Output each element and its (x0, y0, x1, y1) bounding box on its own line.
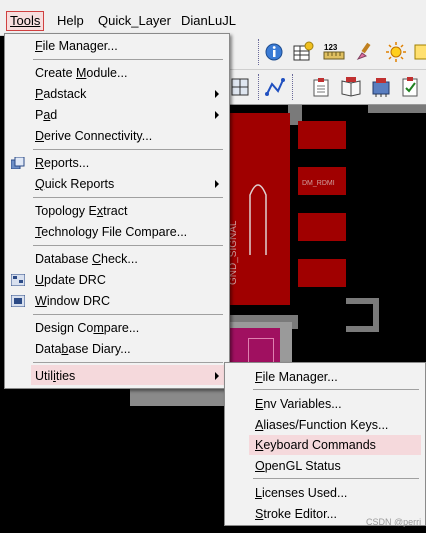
util-opengl-status[interactable]: OpenGL Status (255, 459, 341, 474)
tools-padstack[interactable]: Padstack (35, 87, 86, 102)
tools-design-compare[interactable]: Design Compare... (35, 321, 139, 336)
tools-database-check[interactable]: Database Check... (35, 252, 138, 267)
pad (298, 259, 346, 287)
trace-segment (130, 388, 226, 406)
toolbar-separator (258, 39, 261, 65)
tools-derive-connectivity[interactable]: Derive Connectivity... (35, 129, 152, 144)
tools-pad[interactable]: Pad (35, 108, 57, 123)
tools-create-module[interactable]: Create Module... (35, 66, 127, 81)
grid-select-icon[interactable] (230, 76, 252, 98)
info-icon[interactable] (263, 41, 285, 63)
tools-window-drc[interactable]: Window DRC (35, 294, 110, 309)
update-drc-icon (11, 274, 25, 286)
svg-text:123: 123 (324, 43, 338, 52)
menu-tools[interactable]: Tools (6, 11, 45, 31)
submenu-arrow-icon (215, 180, 219, 188)
pad (298, 213, 346, 241)
menu-help[interactable]: Help (54, 13, 87, 29)
book-icon[interactable] (340, 76, 362, 98)
menu-divider (33, 197, 223, 198)
menu-dianlujl-label: DianLuJL (181, 13, 236, 28)
toolbar-bottom (230, 70, 426, 105)
tools-update-drc[interactable]: Update DRC (35, 273, 106, 288)
properties-grid-icon[interactable] (292, 41, 314, 63)
menu-bar: Tools Help Quick_Layer DianLuJL (0, 0, 426, 36)
menu-divider (253, 389, 419, 390)
util-keyboard-commands[interactable]: Keyboard Commands (255, 438, 376, 453)
tools-menu: File Manager... Create Module... Padstac… (4, 33, 230, 389)
measure-123-icon[interactable]: 123 (323, 41, 345, 63)
submenu-arrow-icon (215, 372, 219, 380)
menu-divider (33, 314, 223, 315)
tools-utilities[interactable]: Utilities (35, 369, 75, 384)
pad-label: DM_RDMI (302, 180, 335, 187)
toolbar-top: 123 (230, 35, 426, 70)
tools-quick-reports[interactable]: Quick Reports (35, 177, 114, 192)
menu-gutter (5, 34, 29, 386)
sun-icon[interactable] (385, 41, 407, 63)
menu-divider (33, 362, 223, 363)
tools-file-manager[interactable]: File Manager... (35, 39, 118, 54)
menu-divider (33, 149, 223, 150)
reports-icon (11, 157, 25, 169)
util-stroke-editor[interactable]: Stroke Editor... (255, 507, 337, 522)
menu-divider (33, 59, 223, 60)
utilities-submenu: File Manager... Env Variables... Aliases… (224, 362, 426, 526)
brush-icon[interactable] (354, 41, 376, 63)
toolbar-separator (258, 74, 261, 100)
tools-technology-file-compare[interactable]: Technology File Compare... (35, 225, 187, 240)
layer-icon[interactable] (410, 41, 426, 63)
util-aliases-function-keys[interactable]: Aliases/Function Keys... (255, 418, 388, 433)
component-icon[interactable] (370, 76, 392, 98)
submenu-arrow-icon (215, 90, 219, 98)
tools-database-diary[interactable]: Database Diary... (35, 342, 131, 357)
submenu-arrow-icon (215, 111, 219, 119)
toolbar-separator (292, 74, 295, 100)
menu-divider (253, 478, 419, 479)
menu-quick-layer-label: Quick_Layer (98, 13, 171, 28)
clipboard-icon[interactable] (310, 76, 332, 98)
window-drc-icon (11, 295, 25, 307)
menu-dianlujl[interactable]: DianLuJL (178, 13, 239, 29)
checklist-icon[interactable] (400, 76, 422, 98)
menu-help-label: Help (57, 13, 84, 28)
util-env-variables[interactable]: Env Variables... (255, 397, 342, 412)
util-licenses-used[interactable]: Licenses Used... (255, 486, 347, 501)
menu-quick-layer[interactable]: Quick_Layer (95, 13, 174, 29)
route-path-icon[interactable] (264, 76, 286, 98)
watermark: CSDN @perri (366, 517, 422, 527)
tools-reports[interactable]: Reports... (35, 156, 89, 171)
tools-topology-extract[interactable]: Topology Extract (35, 204, 127, 219)
util-file-manager[interactable]: File Manager... (255, 370, 338, 385)
menu-divider (33, 245, 223, 246)
pad (298, 121, 346, 149)
